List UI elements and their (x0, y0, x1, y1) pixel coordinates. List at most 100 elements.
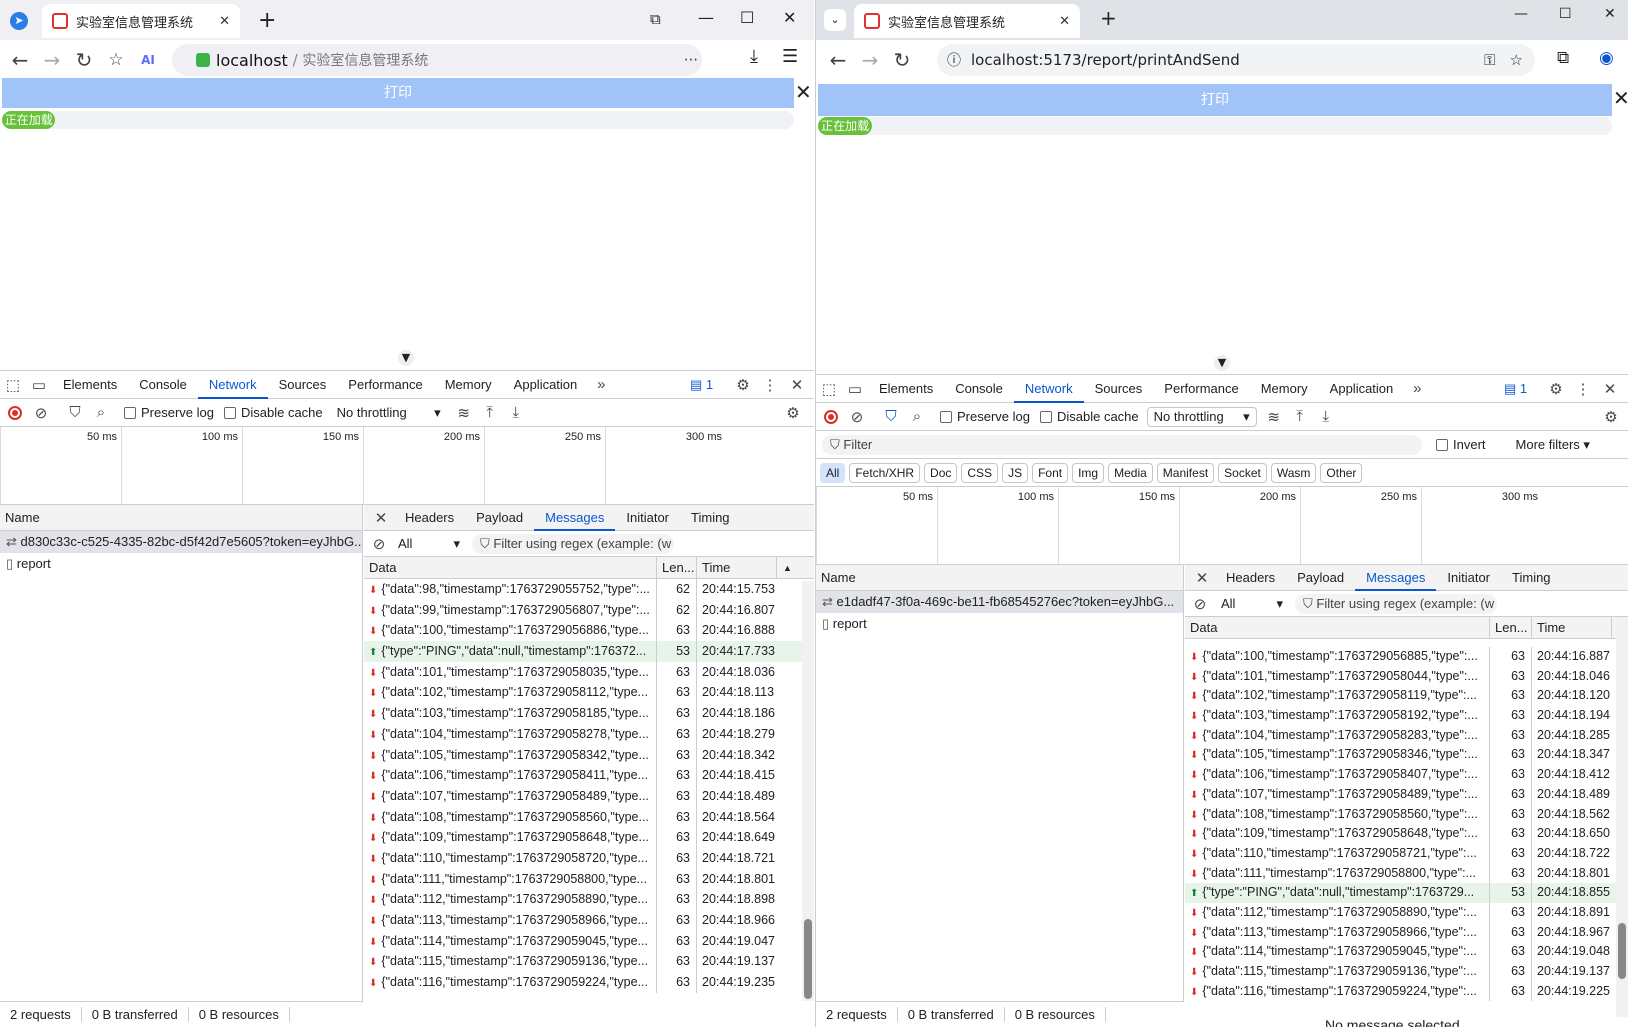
message-row[interactable]: ⬇ {"data":110,"timestamp":1763729058720,"… (364, 847, 814, 869)
site-info-icon[interactable]: ⓘ (947, 50, 961, 70)
filter-chip-js[interactable]: JS (1002, 462, 1029, 483)
message-row[interactable]: ⬇ {"data":102,"timestamp":1763729058119,"… (1185, 686, 1628, 707)
settings-gear-icon[interactable]: ⚙ (1543, 380, 1569, 398)
message-row[interactable]: ⬇ {"data":107,"timestamp":1763729058489,"… (364, 785, 814, 807)
tab-sources[interactable]: Sources (1084, 375, 1154, 403)
record-icon[interactable] (8, 405, 22, 420)
tab-memory[interactable]: Memory (1250, 375, 1319, 403)
invert-checkbox[interactable] (1436, 438, 1448, 451)
message-row[interactable]: ⬇ {"data":111,"timestamp":1763729058800,"… (364, 868, 814, 890)
extensions-icon[interactable]: ⧉ (1557, 48, 1569, 68)
column-header-time[interactable]: Time (1532, 617, 1612, 638)
password-key-icon[interactable]: ⚿ (1484, 51, 1495, 69)
more-dots-icon[interactable]: ··· (684, 51, 698, 69)
browser-tab[interactable]: 实验室信息管理系统 ✕ (854, 4, 1080, 38)
issues-badge[interactable]: ▤ 1 (1504, 381, 1527, 397)
print-button[interactable]: 打印 (2, 78, 794, 108)
detail-tab-timing[interactable]: Timing (1501, 565, 1562, 591)
detail-tab-headers[interactable]: Headers (1215, 565, 1286, 591)
message-row[interactable]: ⬇ {"data":109,"timestamp":1763729058648,"… (1185, 824, 1628, 844)
favorites-icon[interactable]: ☆ (100, 50, 132, 70)
filter-chip-img[interactable]: Img (1072, 462, 1105, 483)
inspect-icon[interactable]: ⬚ (816, 380, 842, 398)
regex-filter-input[interactable]: ⛉ Filter using regex (example: (w (1295, 593, 1497, 614)
close-devtools-icon[interactable]: ✕ (784, 376, 810, 394)
close-window-button[interactable]: ✕ (1604, 6, 1616, 22)
import-har-icon[interactable]: ⤒ (477, 404, 503, 421)
tab-close-icon[interactable]: ✕ (219, 14, 230, 29)
column-header-length[interactable]: Len... (657, 557, 697, 578)
chrome-menu-icon[interactable]: ⋮ (1624, 48, 1628, 68)
message-row[interactable]: ⬇ {"data":104,"timestamp":1763729058278,"… (364, 723, 814, 745)
collapse-handle-icon[interactable]: ▼ (1214, 355, 1230, 371)
name-column-header[interactable]: Name (816, 565, 1183, 591)
message-row[interactable]: ⬇ {"data":104,"timestamp":1763729058283,"… (1185, 725, 1628, 746)
filter-funnel-icon[interactable]: ⛉ (62, 404, 88, 421)
search-icon[interactable]: ⌕ (88, 404, 114, 421)
message-row[interactable]: ⬆ {"type":"PING","data":null,"timestamp":… (1185, 883, 1628, 903)
scroll-thumb[interactable] (804, 919, 812, 999)
message-row[interactable]: ⬇ {"data":115,"timestamp":1763729059136,"… (364, 951, 814, 973)
scroll-thumb[interactable] (1618, 923, 1626, 979)
browser-logo-icon[interactable]: ➤ (10, 12, 28, 30)
close-detail-icon[interactable]: ✕ (368, 509, 394, 527)
filter-chip-all[interactable]: All (820, 462, 846, 483)
websocket-request[interactable]: ⇄ d830c33c-c525-4335-82bc-d5f42d7e5605?t… (0, 531, 362, 553)
detail-tab-messages[interactable]: Messages (1355, 565, 1437, 591)
message-row[interactable]: ⬇ {"data":107,"timestamp":1763729058489,"… (1185, 784, 1628, 805)
message-row[interactable]: ⬇ {"data":111,"timestamp":1763729058800,"… (1185, 863, 1628, 884)
message-row[interactable]: ⬇ {"data":100,"timestamp":1763729056885,"… (1185, 647, 1628, 667)
column-header-time[interactable]: Time (697, 557, 777, 578)
detail-tab-payload[interactable]: Payload (465, 505, 534, 531)
messages-scrollbar[interactable] (1616, 617, 1628, 1017)
maximize-button[interactable]: ☐ (1559, 6, 1572, 22)
kebab-menu-icon[interactable]: ⋮ (1570, 380, 1596, 398)
download-icon[interactable]: ⤓ (750, 46, 758, 67)
kebab-menu-icon[interactable]: ⋮ (757, 376, 783, 394)
network-conditions-icon[interactable]: ≋ (1261, 408, 1287, 426)
message-row[interactable]: ⬇ {"data":115,"timestamp":1763729059136,"… (1185, 962, 1628, 982)
reload-icon[interactable]: ↻ (68, 48, 100, 72)
detail-tab-headers[interactable]: Headers (394, 505, 465, 531)
tab-console[interactable]: Console (128, 371, 198, 399)
filter-chip-socket[interactable]: Socket (1218, 462, 1267, 483)
message-row[interactable]: ⬇ {"data":101,"timestamp":1763729058044,"… (1185, 666, 1628, 687)
inspect-icon[interactable]: ⬚ (0, 376, 26, 394)
message-row[interactable]: ⬇ {"data":98,"timestamp":1763729055752,"t… (364, 579, 814, 600)
print-button[interactable]: 打印 (818, 84, 1612, 116)
filter-chip-fetch-xhr[interactable]: Fetch/XHR (849, 462, 921, 483)
message-row[interactable]: ⬇ {"data":106,"timestamp":1763729058407,"… (1185, 765, 1628, 785)
message-row-partial[interactable] (1185, 639, 1628, 647)
export-har-icon[interactable]: ⤓ (503, 404, 529, 421)
profile-icon[interactable]: ◉ (1599, 48, 1614, 68)
browser-tab[interactable]: 实验室信息管理系统 ✕ (42, 4, 240, 38)
message-row[interactable]: ⬇ {"data":110,"timestamp":1763729058721,"… (1185, 843, 1628, 864)
tab-sources[interactable]: Sources (268, 371, 338, 399)
filter-input[interactable]: ⛉ Filter (822, 434, 1422, 455)
message-row[interactable]: ⬇ {"data":114,"timestamp":1763729059045,"… (1185, 942, 1628, 962)
filter-chip-css[interactable]: CSS (961, 462, 999, 483)
tab-network[interactable]: Network (1013, 375, 1084, 403)
document-request[interactable]: ▯ report (816, 613, 1183, 635)
message-row[interactable]: ⬆ {"type":"PING","data":null,"timestamp":… (364, 641, 814, 662)
tab-memory[interactable]: Memory (434, 371, 503, 399)
more-tabs-icon[interactable]: » (1404, 380, 1430, 397)
address-bar[interactable]: ⓘ localhost:5173/report/printAndSend ⚿ ☆ (937, 44, 1535, 76)
message-row[interactable]: ⬇ {"data":113,"timestamp":1763729058966,"… (364, 910, 814, 931)
network-settings-icon[interactable]: ⚙ (1598, 408, 1624, 426)
message-row[interactable]: ⬇ {"data":109,"timestamp":1763729058648,"… (364, 827, 814, 848)
network-conditions-icon[interactable]: ≋ (451, 404, 477, 422)
tab-performance[interactable]: Performance (1153, 375, 1249, 403)
issues-badge[interactable]: ▤ 1 (690, 377, 713, 393)
new-tab-button[interactable]: + (1100, 6, 1117, 30)
message-row[interactable]: ⬇ {"data":99,"timestamp":1763729056807,"t… (364, 599, 814, 621)
back-icon[interactable]: ← (822, 48, 854, 72)
maximize-button[interactable]: ☐ (740, 8, 754, 27)
forward-icon[interactable]: → (854, 48, 886, 72)
preserve-log-checkbox[interactable] (940, 410, 952, 423)
column-header-data[interactable]: Data (1185, 617, 1490, 638)
message-row[interactable]: ⬇ {"data":106,"timestamp":1763729058411,"… (364, 765, 814, 786)
document-request[interactable]: ▯ report (0, 553, 362, 575)
clear-icon[interactable]: ⊘ (28, 404, 54, 422)
throttling-select[interactable]: No throttling ▾ (337, 405, 441, 421)
